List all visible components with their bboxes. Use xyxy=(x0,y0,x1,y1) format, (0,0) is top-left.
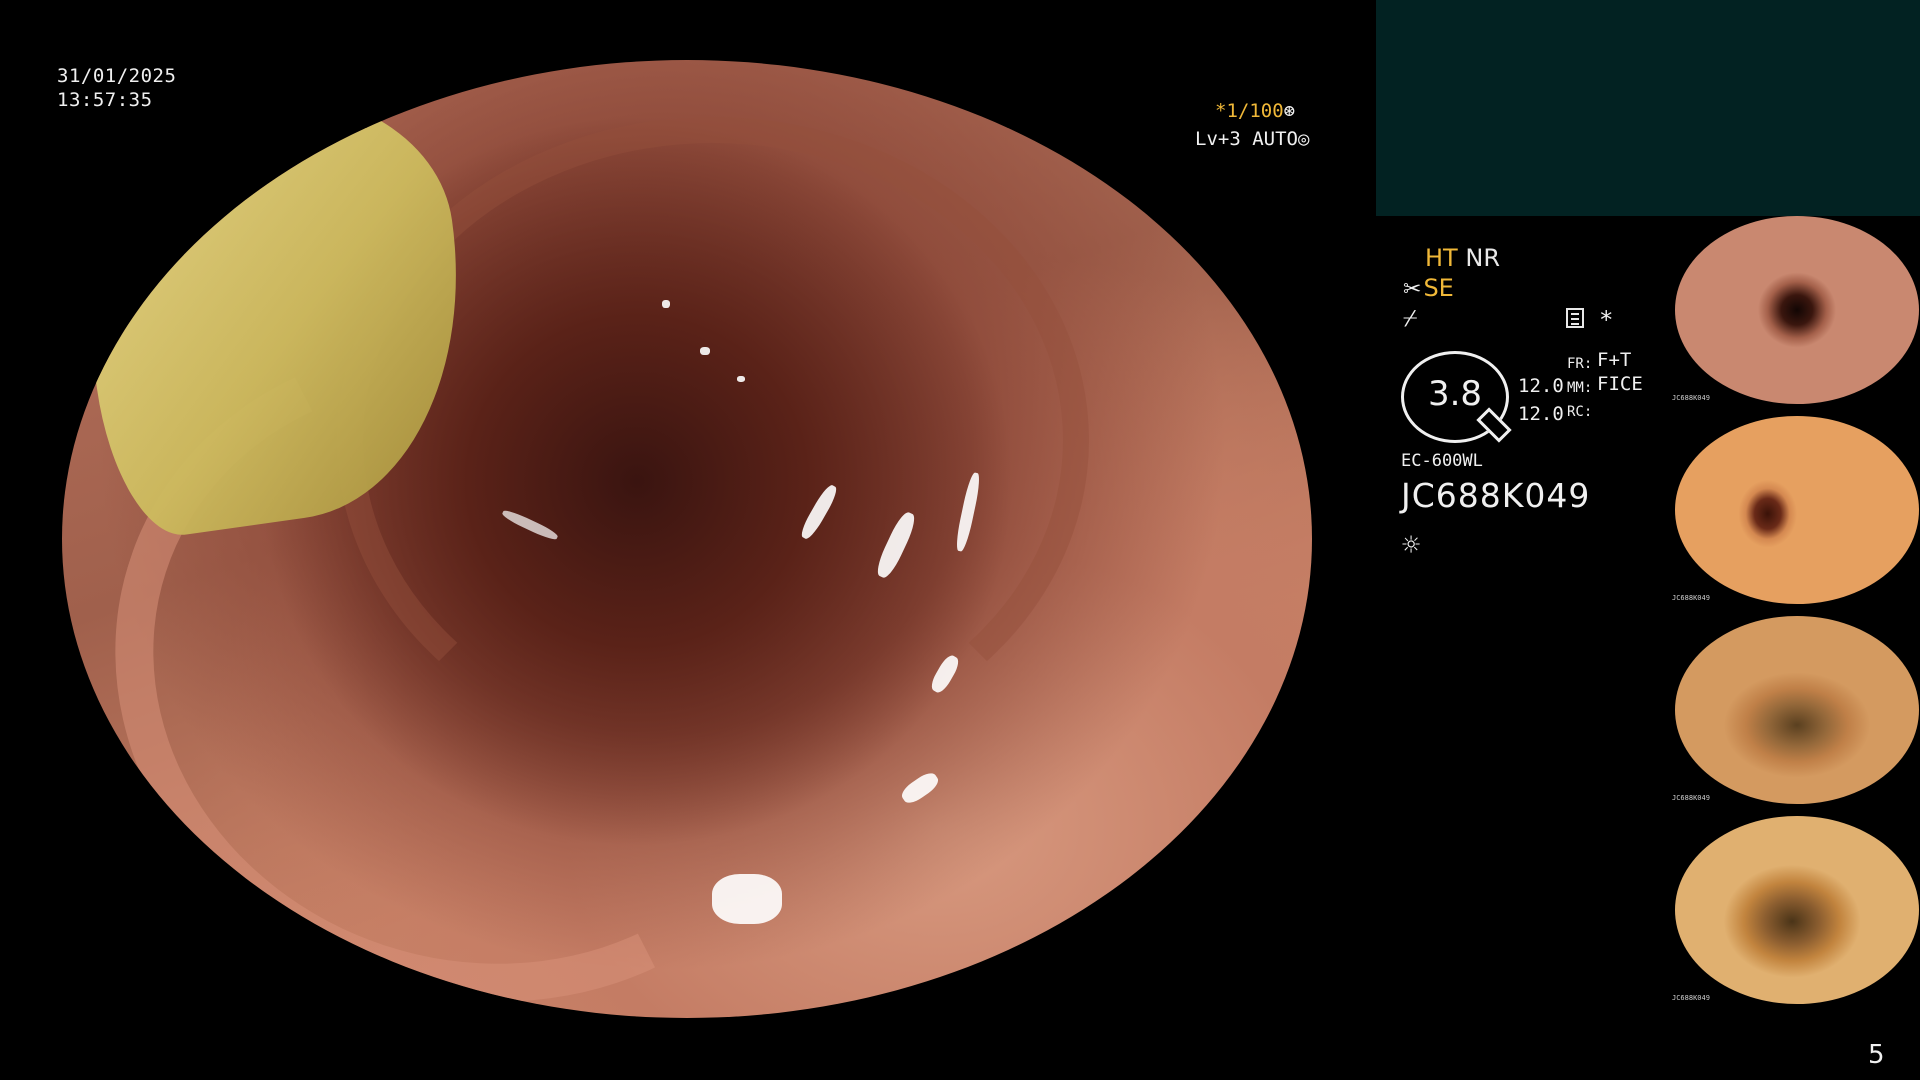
capture-thumbnail[interactable]: JC688K049 xyxy=(1672,816,1920,1006)
shutter-icon: ⊛ xyxy=(1283,100,1296,122)
numeric-readouts: 12.0 12.0 xyxy=(1518,372,1564,428)
level-text: Lv+3 AUTO xyxy=(1195,128,1298,150)
capture-thumbnail[interactable]: JC688K049 xyxy=(1672,616,1920,806)
se-indicator: ✂SE xyxy=(1403,274,1454,302)
iris-icon: ◎ xyxy=(1297,128,1310,150)
thumbnail-id: JC688K049 xyxy=(1672,394,1710,402)
enhancement-icon: ⌿ xyxy=(1403,304,1418,332)
readout-values: F+T FICE xyxy=(1597,348,1643,396)
readout-number: 12.0 xyxy=(1518,375,1564,397)
scope-model: EC-600WL xyxy=(1401,451,1483,471)
specular-highlight xyxy=(897,768,942,807)
magnification-gauge: 3.8 xyxy=(1401,351,1512,443)
scissor-icon: ✂ xyxy=(1403,277,1422,302)
ht-label: HT xyxy=(1425,244,1458,272)
light-icon: ☼ xyxy=(1402,528,1421,563)
specular-highlight xyxy=(662,299,670,308)
star-icon: * xyxy=(1599,306,1614,334)
shutter-text: *1/100 xyxy=(1215,100,1284,122)
date-text: 31/01/2025 xyxy=(57,65,177,87)
thumbnail-image xyxy=(1675,216,1919,404)
thumbnail-image xyxy=(1675,816,1919,1004)
se-label: SE xyxy=(1423,274,1454,302)
thumbnail-id: JC688K049 xyxy=(1672,994,1710,1002)
capture-thumbnail[interactable]: JC688K049 xyxy=(1672,216,1920,406)
page-number: 5 xyxy=(1868,1040,1885,1070)
datetime-readout: 31/01/2025 13:57:35 xyxy=(57,64,176,112)
info-panel-background xyxy=(1376,0,1920,216)
thumbnail-image xyxy=(1675,416,1919,604)
thumbnail-id: JC688K049 xyxy=(1672,594,1710,602)
mm-value: FICE xyxy=(1597,373,1643,395)
fr-label: FR: xyxy=(1567,356,1593,372)
capture-thumbnail[interactable]: JC688K049 xyxy=(1672,416,1920,606)
readout-labels: FR: MM: RC: xyxy=(1567,352,1592,424)
shutter-readout: *1/100⊛ xyxy=(1215,100,1295,122)
thumbnail-image xyxy=(1675,616,1919,804)
level-readout: Lv+3 AUTO◎ xyxy=(1195,128,1309,150)
rc-label: RC: xyxy=(1567,404,1593,420)
scope-serial: JC688K049 xyxy=(1401,476,1591,515)
fr-value: F+T xyxy=(1597,349,1632,371)
endoscope-live-view xyxy=(62,60,1312,1018)
nr-label: NR xyxy=(1465,244,1500,272)
mm-label: MM: xyxy=(1567,380,1593,396)
specular-highlight xyxy=(712,874,782,925)
thumbnail-id: JC688K049 xyxy=(1672,794,1710,802)
time-text: 13:57:35 xyxy=(57,89,153,111)
readout-number: 12.0 xyxy=(1518,403,1564,425)
report-icon xyxy=(1566,308,1584,328)
ht-nr-indicator: HT NR xyxy=(1425,244,1500,272)
specular-highlight xyxy=(737,376,745,383)
specular-highlight xyxy=(699,347,710,356)
